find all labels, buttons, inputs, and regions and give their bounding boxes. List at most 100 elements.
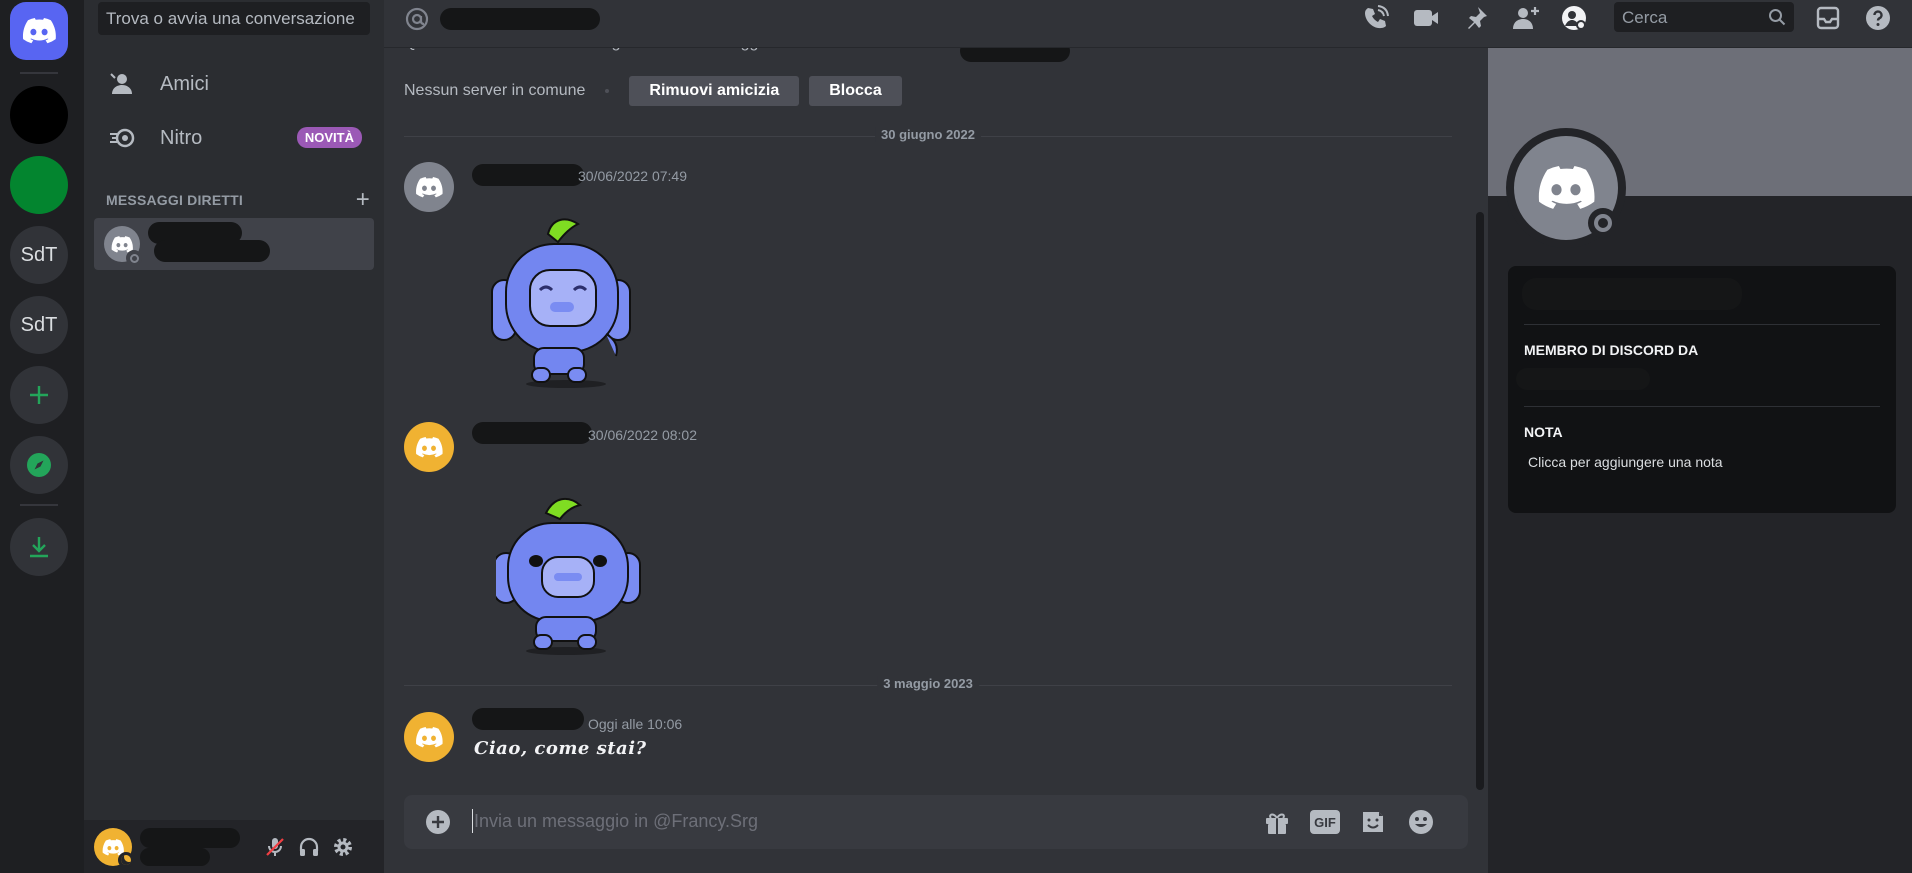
redacted-username	[440, 8, 600, 30]
download-icon	[30, 537, 48, 558]
add-server-button[interactable]	[10, 366, 68, 424]
mic-muted-icon	[266, 838, 284, 856]
divider	[1524, 406, 1880, 407]
remove-friend-button[interactable]: Rimuovi amicizia	[629, 76, 800, 106]
message-timestamp: 30/06/2022 08:02	[588, 427, 697, 443]
sticker-icon	[1363, 812, 1383, 832]
message-input[interactable]: Invia un messaggio in @Francy.Srg	[474, 811, 758, 832]
inbox-button[interactable]	[1814, 4, 1842, 32]
deafen-button[interactable]	[296, 834, 322, 860]
date-divider-label: 30 giugno 2022	[875, 127, 981, 142]
common-servers-text: Nessun server in comune	[404, 82, 586, 99]
date-divider: 3 maggio 2023	[404, 676, 1452, 691]
explore-servers-button[interactable]	[10, 436, 68, 494]
message-timestamp: 30/06/2022 07:49	[578, 168, 687, 184]
user-settings-button[interactable]	[330, 834, 356, 860]
create-dm-button[interactable]: +	[356, 186, 374, 214]
redacted-username	[140, 848, 210, 866]
server-icon-black[interactable]	[10, 86, 68, 144]
text-caret	[472, 809, 473, 833]
add-friends-to-dm-button[interactable]	[1512, 4, 1540, 32]
video-camera-icon	[1414, 10, 1438, 26]
note-heading: NOTA	[1524, 424, 1563, 440]
idle-status-icon	[118, 852, 134, 868]
message-content: Ciao, come stai?	[474, 738, 647, 759]
redacted-username	[140, 828, 240, 848]
gif-button[interactable]: GIF	[1310, 808, 1340, 836]
redacted-date	[1516, 368, 1650, 390]
member-since-heading: MEMBRO DI DISCORD DA	[1524, 342, 1699, 358]
user-profile-toggle-button[interactable]	[1560, 4, 1588, 32]
message-timestamp: Oggi alle 10:06	[588, 716, 683, 732]
gif-icon: GIF	[1310, 810, 1340, 834]
upload-button[interactable]	[424, 808, 452, 836]
server-rail: SdT SdT	[0, 0, 84, 873]
headphones-icon	[299, 837, 319, 856]
server-sdt-2[interactable]: SdT	[10, 296, 68, 354]
voice-call-button[interactable]	[1362, 4, 1390, 32]
server-icon-green[interactable]	[10, 156, 68, 214]
discord-logo-icon	[416, 726, 443, 747]
phone-call-icon	[1365, 5, 1389, 29]
home-button[interactable]	[10, 2, 68, 60]
sidebar-item-label: Nitro	[160, 126, 203, 149]
sidebar-item-label: Amici	[160, 72, 209, 95]
pinned-messages-button[interactable]	[1462, 4, 1490, 32]
server-sdt-1[interactable]: SdT	[10, 226, 68, 284]
compass-icon	[27, 453, 51, 477]
plus-icon	[30, 386, 48, 404]
profile-avatar-ring	[1506, 128, 1626, 248]
video-call-button[interactable]	[1412, 4, 1440, 32]
dm-header: MESSAGGI DIRETTI +	[106, 186, 374, 213]
avatar[interactable]	[404, 422, 454, 472]
add-user-icon	[1513, 7, 1539, 29]
discord-logo-icon	[416, 436, 443, 457]
pin-icon	[1468, 7, 1487, 29]
search-input[interactable]: Cerca	[1614, 2, 1794, 32]
avatar[interactable]	[404, 712, 454, 762]
dm-search-input[interactable]: Trova o avvia una conversazione	[98, 2, 370, 35]
mute-button[interactable]	[262, 834, 288, 860]
user-profile-icon	[1562, 6, 1586, 30]
dm-list-item[interactable]	[94, 218, 374, 270]
date-divider-label: 3 maggio 2023	[877, 676, 979, 691]
sidebar-item-friends[interactable]: Amici	[94, 60, 374, 108]
help-button[interactable]	[1864, 4, 1892, 32]
profile-card: MEMBRO DI DISCORD DA NOTA Clicca per agg…	[1508, 266, 1896, 513]
rail-separator	[20, 504, 58, 506]
message-composer[interactable]: Invia un messaggio in @Francy.Srg GIF	[404, 795, 1468, 849]
dm-header-label: MESSAGGI DIRETTI	[106, 192, 243, 208]
gift-button[interactable]	[1262, 808, 1292, 836]
discord-logo-icon	[22, 18, 56, 44]
block-button[interactable]: Blocca	[809, 76, 902, 106]
user-panel	[84, 820, 384, 873]
friends-icon	[108, 69, 138, 99]
redacted-username	[472, 164, 584, 186]
note-input[interactable]: Clicca per aggiungere una nota	[1528, 454, 1723, 470]
wumpus-sticker[interactable]	[496, 486, 646, 661]
offline-status-icon	[126, 250, 142, 266]
discord-app: SdT SdT Trova o avvia una conversazione …	[0, 0, 1912, 873]
common-servers-row: Nessun server in comune Rimuovi amicizia…	[404, 76, 912, 106]
emoji-icon	[1409, 810, 1433, 834]
search-icon	[1769, 9, 1786, 26]
inbox-icon	[1816, 6, 1840, 30]
discord-logo-icon	[416, 176, 443, 197]
gear-icon	[334, 838, 352, 856]
download-apps-button[interactable]	[10, 518, 68, 576]
rail-separator	[20, 72, 58, 74]
dm-sidebar: Trova o avvia una conversazione Amici Ni…	[84, 0, 384, 873]
sidebar-item-nitro[interactable]: Nitro NOVITÀ	[94, 114, 374, 162]
redacted-username	[472, 708, 584, 730]
new-badge: NOVITÀ	[296, 127, 362, 148]
date-divider: 30 giugno 2022	[404, 127, 1452, 142]
emoji-button[interactable]	[1406, 808, 1436, 836]
plus-circle-icon	[426, 810, 450, 834]
wumpus-sticker[interactable]	[488, 214, 638, 389]
separator-dot	[605, 89, 610, 93]
divider	[1524, 324, 1880, 325]
avatar[interactable]	[404, 162, 454, 212]
sticker-button[interactable]	[1358, 808, 1388, 836]
offline-status-icon	[1588, 208, 1618, 238]
chat-scrollbar[interactable]	[1476, 212, 1484, 790]
